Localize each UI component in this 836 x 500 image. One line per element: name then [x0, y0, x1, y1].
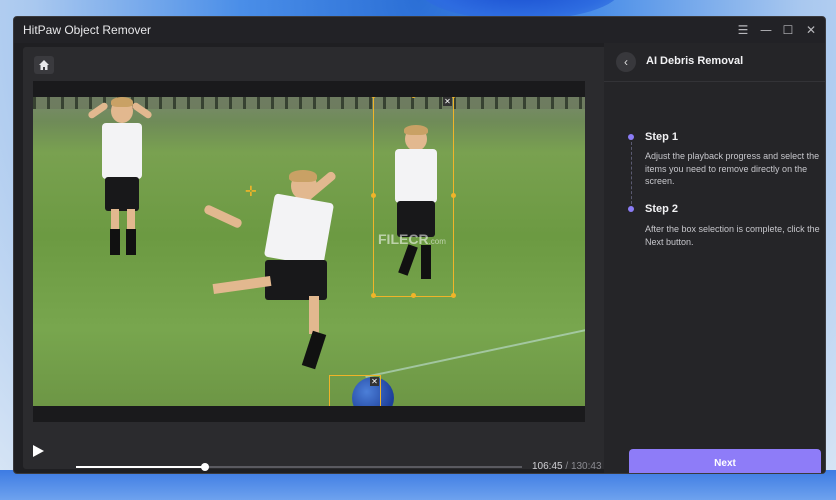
minimize-icon[interactable]: —: [755, 20, 777, 40]
step-2-description: After the box selection is complete, cli…: [645, 224, 820, 247]
progress-fill: [76, 466, 206, 468]
play-button[interactable]: [31, 444, 45, 463]
remove-selection-icon[interactable]: ✕: [370, 377, 379, 386]
watermark: FILECR.com: [378, 231, 446, 247]
step-2-title: Step 2: [645, 203, 679, 215]
step-2-dot: [628, 206, 634, 212]
maximize-icon[interactable]: ☐: [777, 20, 799, 40]
back-button[interactable]: ‹: [616, 52, 636, 72]
step-1-description: Adjust the playback progress and select …: [645, 151, 820, 186]
progress-handle[interactable]: [201, 463, 210, 471]
menu-icon[interactable]: ☰: [732, 20, 754, 40]
close-icon[interactable]: ✕: [800, 20, 822, 40]
side-panel: ‹ AI Debris Removal Step 1 Adjust the pl…: [604, 43, 825, 473]
total-time: 130:43: [570, 461, 602, 472]
crosshair-cursor-icon: ✛: [245, 183, 257, 199]
next-button[interactable]: Next: [629, 449, 821, 473]
title-bar: HitPaw Object Remover ☰ — ☐ ✕: [14, 17, 825, 43]
remove-selection-icon[interactable]: ✕: [443, 97, 452, 106]
time-readout: 106:45 / 130:43: [532, 461, 602, 472]
chevron-left-icon: ‹: [624, 55, 628, 69]
side-panel-header: ‹ AI Debris Removal: [604, 43, 825, 82]
field-line: [365, 328, 585, 378]
step-connector: [631, 142, 632, 204]
time-separator: /: [565, 461, 569, 472]
panel-title: AI Debris Removal: [646, 55, 744, 67]
progress-slider[interactable]: [76, 463, 522, 471]
current-time: 106:45: [532, 461, 563, 472]
app-window: HitPaw Object Remover ☰ — ☐ ✕ ✕ ✕ ✛ FILE…: [13, 16, 826, 474]
home-button[interactable]: [34, 56, 54, 74]
video-preview[interactable]: ✕ ✕ ✛ FILECR.com: [33, 97, 585, 406]
window-title: HitPaw Object Remover: [23, 23, 152, 37]
step-1-dot: [628, 134, 634, 140]
step-1-title: Step 1: [645, 131, 679, 143]
home-icon: [39, 60, 49, 70]
selection-box-ball[interactable]: ✕: [329, 375, 381, 406]
play-icon: [33, 445, 44, 457]
selection-box-player[interactable]: ✕: [371, 97, 456, 298]
wallpaper-bottom: [0, 470, 836, 500]
